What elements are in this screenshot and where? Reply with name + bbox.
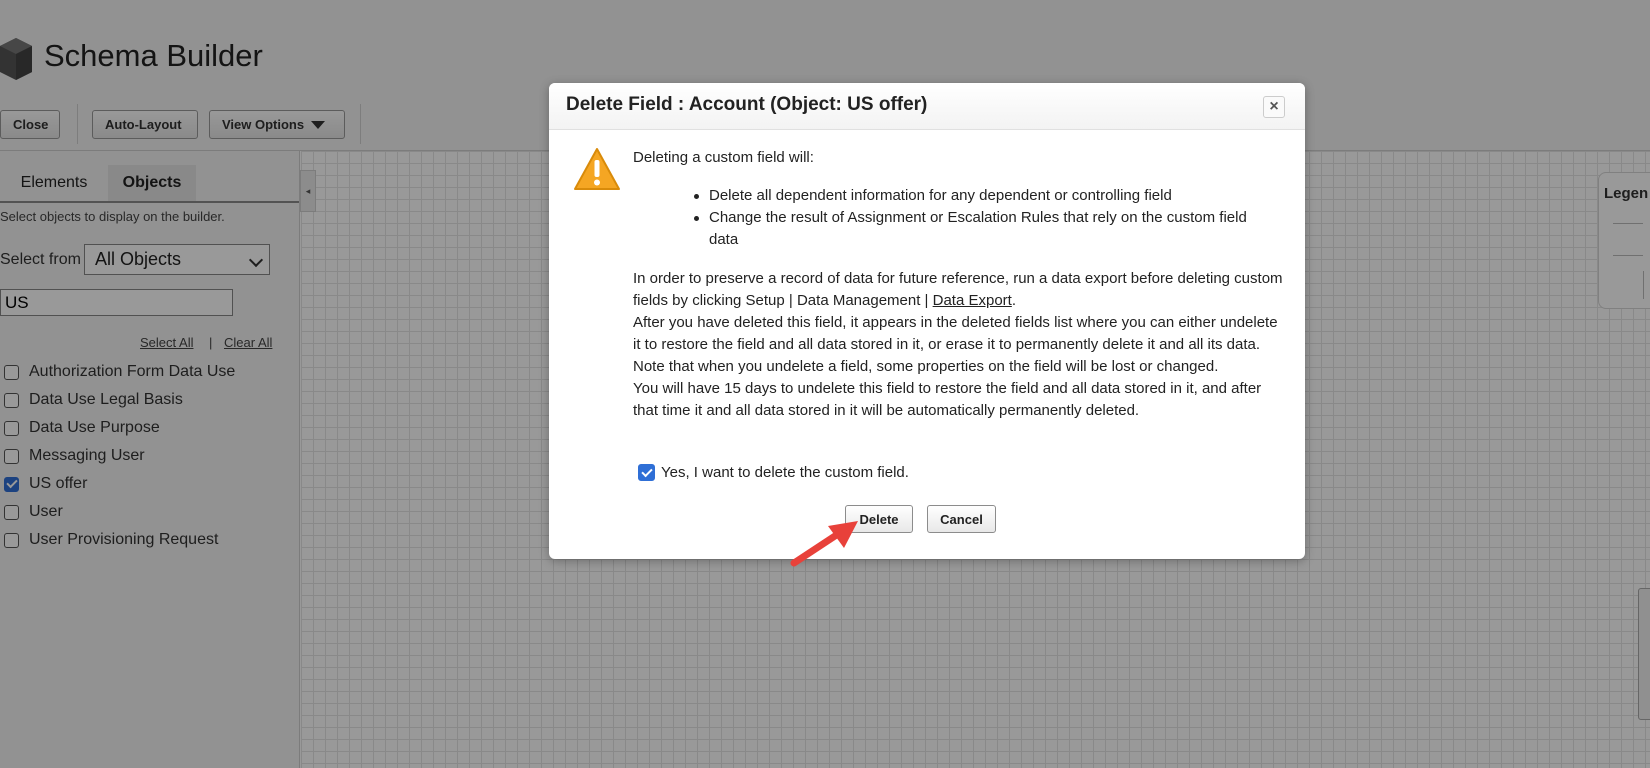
confirm-delete-label: Yes, I want to delete the custom field. — [661, 464, 909, 481]
consequence-item: Change the result of Assignment or Escal… — [694, 207, 1279, 251]
confirm-delete-checkbox[interactable] — [638, 464, 655, 481]
dialog-intro: Deleting a custom field will: — [633, 149, 814, 166]
dialog-header: Delete Field : Account (Object: US offer… — [549, 83, 1305, 130]
data-export-link[interactable]: Data Export — [933, 292, 1012, 309]
pointer-arrow-icon — [790, 521, 858, 567]
consequence-list: Delete all dependent information for any… — [694, 185, 1279, 251]
undelete-info-text: After you have deleted this field, it ap… — [633, 314, 1278, 375]
confirm-delete-row[interactable]: Yes, I want to delete the custom field. — [638, 464, 909, 481]
consequence-item: Delete all dependent information for any… — [694, 185, 1279, 207]
dialog-title: Delete Field : Account (Object: US offer… — [566, 94, 928, 115]
close-icon[interactable]: × — [1263, 96, 1285, 118]
retention-info-text: You will have 15 days to undelete this f… — [633, 380, 1262, 419]
export-advice-end: . — [1011, 292, 1017, 309]
dialog-body: In order to preserve a record of data fo… — [633, 268, 1288, 422]
warning-icon — [574, 148, 620, 190]
cancel-button[interactable]: Cancel — [927, 505, 996, 533]
delete-field-dialog: Delete Field : Account (Object: US offer… — [549, 83, 1305, 559]
